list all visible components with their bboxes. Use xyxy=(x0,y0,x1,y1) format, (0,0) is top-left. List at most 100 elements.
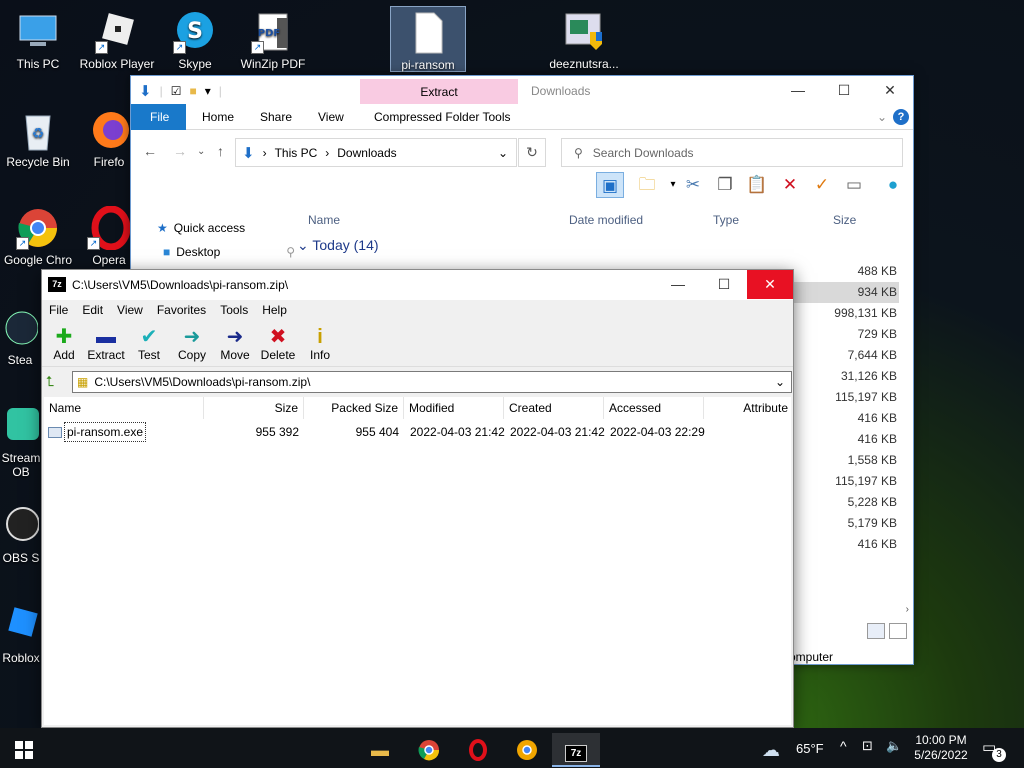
desktop-icon-streamlabs-obs[interactable]: Stream OB xyxy=(0,404,42,479)
tab-compressed-folder-tools[interactable]: Compressed Folder Tools xyxy=(360,104,525,130)
desktop-icon-pi-ransom[interactable]: pi-ransom xyxy=(390,6,466,72)
nav-desktop[interactable]: ■ Desktop ⚲ xyxy=(163,245,295,259)
desktop-icon-this-pc[interactable]: This PC xyxy=(0,10,76,71)
search-input[interactable]: ⚲ Search Downloads xyxy=(561,138,903,167)
menu-tools[interactable]: Tools xyxy=(213,300,255,321)
minimize-button[interactable]: — xyxy=(655,270,701,299)
info-button[interactable]: i Info xyxy=(298,326,342,362)
row-name-cell[interactable]: pi-ransom.exe xyxy=(48,422,147,442)
tab-file[interactable]: File xyxy=(131,104,186,130)
chrome-canary-taskbar-icon[interactable] xyxy=(503,733,551,767)
breadcrumb-downloads[interactable]: Downloads xyxy=(337,146,396,160)
7zip-window[interactable]: 7z C:\Users\VM5\Downloads\pi-ransom.zip\… xyxy=(41,269,794,728)
chrome-taskbar-icon[interactable] xyxy=(405,733,453,767)
windows-start-icon[interactable] xyxy=(0,733,48,767)
rename-icon[interactable]: ▭ xyxy=(840,172,868,198)
7zip-address-value: C:\Users\VM5\Downloads\pi-ransom.zip\ xyxy=(94,375,311,389)
minimize-button[interactable]: — xyxy=(775,76,821,104)
chevron-down-icon[interactable]: ⌄ xyxy=(877,110,887,124)
7zip-taskbar-icon[interactable]: 7z xyxy=(552,733,600,767)
menu-view[interactable]: View xyxy=(110,300,150,321)
folder-icon[interactable]: ■ xyxy=(189,84,196,98)
explorer-title-bar[interactable]: ⬇ | ☑ ■ ▾ | Extract Downloads — ☐ ✕ xyxy=(131,76,913,104)
globe-icon[interactable]: ● xyxy=(879,172,907,198)
breadcrumb-this-pc[interactable]: This PC xyxy=(275,146,318,160)
help-icon[interactable]: ? xyxy=(893,109,909,125)
column-created[interactable]: Created xyxy=(504,397,604,419)
extract-button[interactable]: ▬ Extract xyxy=(84,326,128,362)
desktop-icon-roblox[interactable]: Roblox xyxy=(0,604,42,665)
checkmark-icon[interactable]: ✓ xyxy=(808,172,836,198)
desktop-icon-recycle-bin[interactable]: ♻ Recycle Bin xyxy=(0,108,76,169)
delete-icon[interactable]: ✕ xyxy=(776,172,804,198)
column-size[interactable]: Size xyxy=(833,213,856,227)
tab-share[interactable]: Share xyxy=(246,104,306,130)
test-button[interactable]: ✔ Test xyxy=(127,326,171,362)
column-size[interactable]: Size xyxy=(204,397,304,419)
desktop-icon-google-chrome[interactable]: ↗ Google Chro xyxy=(0,206,76,267)
menu-favorites[interactable]: Favorites xyxy=(150,300,213,321)
desktop-icon-winzip-pdf[interactable]: PDF ↗ WinZip PDF xyxy=(235,10,311,71)
move-arrow-icon: ➜ xyxy=(226,326,244,348)
close-button[interactable]: ✕ xyxy=(747,270,793,299)
group-header-today[interactable]: ⌄ Today (14) xyxy=(297,237,379,254)
7zip-address-bar[interactable]: ▦ C:\Users\VM5\Downloads\pi-ransom.zip\ … xyxy=(72,371,792,393)
copy-icon[interactable]: ❐ xyxy=(711,172,739,198)
address-bar[interactable]: ⬇ › This PC › Downloads ⌄ xyxy=(235,138,517,167)
large-icons-view-icon[interactable] xyxy=(889,623,907,639)
paste-icon[interactable]: 📋 xyxy=(743,172,771,198)
opera-taskbar-icon[interactable] xyxy=(454,733,502,767)
chevron-down-icon[interactable]: ⌄ xyxy=(498,146,508,160)
cut-icon[interactable]: ✂ xyxy=(679,172,707,198)
back-arrow-icon[interactable]: ← xyxy=(143,143,157,159)
show-hidden-icons-chevron-icon[interactable]: ^ xyxy=(840,738,847,754)
maximize-button[interactable]: ☐ xyxy=(701,270,747,299)
refresh-icon[interactable]: ↻ xyxy=(518,138,546,167)
maximize-button[interactable]: ☐ xyxy=(821,76,867,104)
column-accessed[interactable]: Accessed xyxy=(604,397,704,419)
row-modified: 2022-04-03 21:42 xyxy=(410,425,505,439)
view-pane-icon[interactable]: ▣ xyxy=(596,172,624,198)
clock[interactable]: 10:00 PM 5/26/2022 xyxy=(910,733,972,763)
delete-button[interactable]: ✖ Delete xyxy=(256,326,300,362)
column-packed-size[interactable]: Packed Size xyxy=(304,397,404,419)
properties-icon[interactable]: ☑ xyxy=(171,84,182,98)
desktop-icon-obs-studio[interactable]: OBS S xyxy=(0,504,42,565)
add-button[interactable]: ✚ Add xyxy=(42,326,86,362)
new-folder-icon[interactable]: 🗀 xyxy=(633,172,661,198)
file-explorer-icon[interactable]: ▬ xyxy=(356,733,404,767)
column-name[interactable]: Name xyxy=(308,213,340,227)
recent-chevron-icon[interactable]: ⌄ xyxy=(197,146,205,157)
desktop-icon-roblox-player[interactable]: ↗ Roblox Player xyxy=(79,10,155,71)
column-type[interactable]: Type xyxy=(713,213,739,227)
menu-edit[interactable]: Edit xyxy=(75,300,110,321)
chevron-down-icon[interactable]: ⌄ xyxy=(775,375,785,389)
column-attributes[interactable]: Attribute xyxy=(704,397,793,419)
desktop-icon-steam[interactable]: Stea xyxy=(0,306,40,367)
extract-context-tab[interactable]: Extract xyxy=(360,79,518,104)
dropdown-icon[interactable]: ▾ xyxy=(205,84,211,98)
weather-cloud-icon[interactable]: ☁ xyxy=(756,733,786,767)
column-date-modified[interactable]: Date modified xyxy=(569,213,643,227)
move-button[interactable]: ➜ Move xyxy=(213,326,257,362)
desktop-icon-skype[interactable]: S ↗ Skype xyxy=(157,10,233,71)
tab-view[interactable]: View xyxy=(304,104,358,130)
up-arrow-icon[interactable]: ↑ xyxy=(217,143,224,159)
folder-up-icon[interactable]: ⮤ xyxy=(46,373,54,390)
weather-temperature[interactable]: 65°F xyxy=(796,741,824,756)
details-view-icon[interactable] xyxy=(867,623,885,639)
tab-home[interactable]: Home xyxy=(188,104,248,130)
desktop-icon-deeznutsra[interactable]: deeznutsra... xyxy=(546,10,622,71)
network-icon[interactable]: ⊡ xyxy=(862,738,873,754)
copy-button[interactable]: ➜ Copy xyxy=(170,326,214,362)
menu-help[interactable]: Help xyxy=(255,300,294,321)
column-modified[interactable]: Modified xyxy=(404,397,504,419)
volume-icon[interactable]: 🔈 xyxy=(886,738,902,754)
7zip-title-bar[interactable]: 7z C:\Users\VM5\Downloads\pi-ransom.zip\… xyxy=(42,270,793,300)
menu-file[interactable]: File xyxy=(42,300,75,321)
column-name[interactable]: Name xyxy=(44,397,204,419)
nav-quick-access[interactable]: ★ Quick access xyxy=(157,221,245,235)
scroll-right-icon[interactable]: › xyxy=(906,604,909,615)
forward-arrow-icon[interactable]: → xyxy=(173,143,187,159)
close-button[interactable]: ✕ xyxy=(867,76,913,104)
